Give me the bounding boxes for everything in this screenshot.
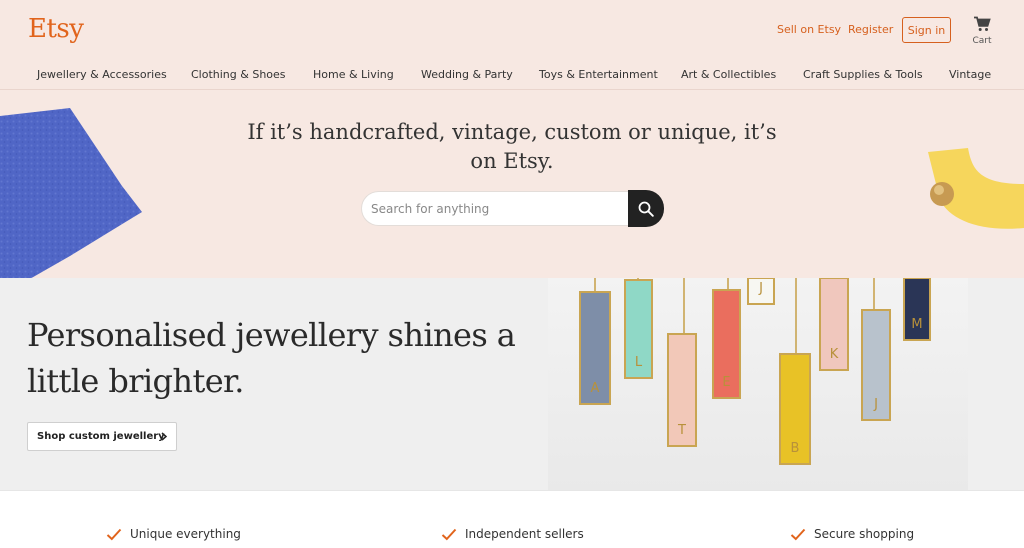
promo-banner: A L T E J B K J M Personalised jewellery shines … xyxy=(0,278,1024,490)
pendant: K xyxy=(819,278,849,371)
register-link[interactable]: Register xyxy=(848,23,893,36)
nav-item-toys[interactable]: Toys & Entertainment xyxy=(539,68,658,81)
jewellery-photo: A L T E J B K J M xyxy=(548,278,968,490)
cart-label: Cart xyxy=(972,36,992,46)
value-props: Unique everything Independent sellers Se… xyxy=(0,490,1024,548)
feature-label: Unique everything xyxy=(130,527,241,541)
check-icon xyxy=(441,528,457,540)
blue-paper-decoration xyxy=(0,108,142,280)
shop-button-label: Shop custom jewellery xyxy=(37,431,165,442)
header-area: Etsy Sell on Etsy Register Sign in Cart … xyxy=(0,0,1024,280)
sell-on-etsy-link[interactable]: Sell on Etsy xyxy=(777,23,841,36)
hero-title: If it’s handcrafted, vintage, custom or … xyxy=(247,120,777,173)
check-icon xyxy=(106,528,122,540)
nav-item-art[interactable]: Art & Collectibles xyxy=(681,68,776,81)
pendant: E xyxy=(712,289,741,399)
pendant-letter: L xyxy=(635,355,643,370)
pendant: J xyxy=(861,309,891,421)
etsy-logo[interactable]: Etsy xyxy=(28,14,84,44)
category-nav: Jewellery & Accessories Clothing & Shoes… xyxy=(0,62,1024,90)
nav-item-craft[interactable]: Craft Supplies & Tools xyxy=(803,68,923,81)
pendant: A xyxy=(579,291,611,405)
pendant-letter: B xyxy=(791,441,800,456)
nav-item-home[interactable]: Home & Living xyxy=(313,68,394,81)
pendant-letter: E xyxy=(722,375,730,390)
feature-label: Secure shopping xyxy=(814,527,915,541)
search-input[interactable] xyxy=(361,191,628,226)
cart-button[interactable]: Cart xyxy=(968,16,996,48)
nav-item-vintage[interactable]: Vintage xyxy=(949,68,991,81)
nav-item-wedding[interactable]: Wedding & Party xyxy=(421,68,513,81)
feature-secure: Secure shopping xyxy=(790,527,914,541)
pendant-letter: K xyxy=(830,347,839,362)
feature-label: Independent sellers xyxy=(465,527,584,541)
cart-icon xyxy=(974,16,991,31)
yellow-shape-decoration xyxy=(928,148,1024,229)
pendant: J xyxy=(747,278,775,305)
pendant-letter: J xyxy=(758,281,763,296)
nav-item-jewellery[interactable]: Jewellery & Accessories xyxy=(37,68,167,81)
banner-title: Personalised jewellery shines a little b… xyxy=(27,316,516,400)
pendant: L xyxy=(624,279,653,379)
chevron-right-icon xyxy=(161,432,167,441)
pendant-illustration: A L T E J B K J M xyxy=(579,278,931,465)
shop-custom-jewellery-button[interactable]: Shop custom jewellery xyxy=(27,422,177,451)
search-button[interactable] xyxy=(628,190,664,227)
pendant-letter: T xyxy=(677,423,686,438)
pendant: T xyxy=(667,333,697,447)
pendant-letter: J xyxy=(873,397,878,412)
feature-independent: Independent sellers xyxy=(441,527,584,541)
sign-in-button[interactable]: Sign in xyxy=(902,17,951,43)
pendant-letter: A xyxy=(591,381,600,396)
pendant: M xyxy=(903,278,931,341)
nav-item-clothing[interactable]: Clothing & Shoes xyxy=(191,68,286,81)
check-icon xyxy=(790,528,806,540)
search-icon xyxy=(638,201,654,217)
pendant: B xyxy=(779,353,811,465)
pendant-letter: M xyxy=(911,317,922,332)
feature-unique: Unique everything xyxy=(106,527,241,541)
